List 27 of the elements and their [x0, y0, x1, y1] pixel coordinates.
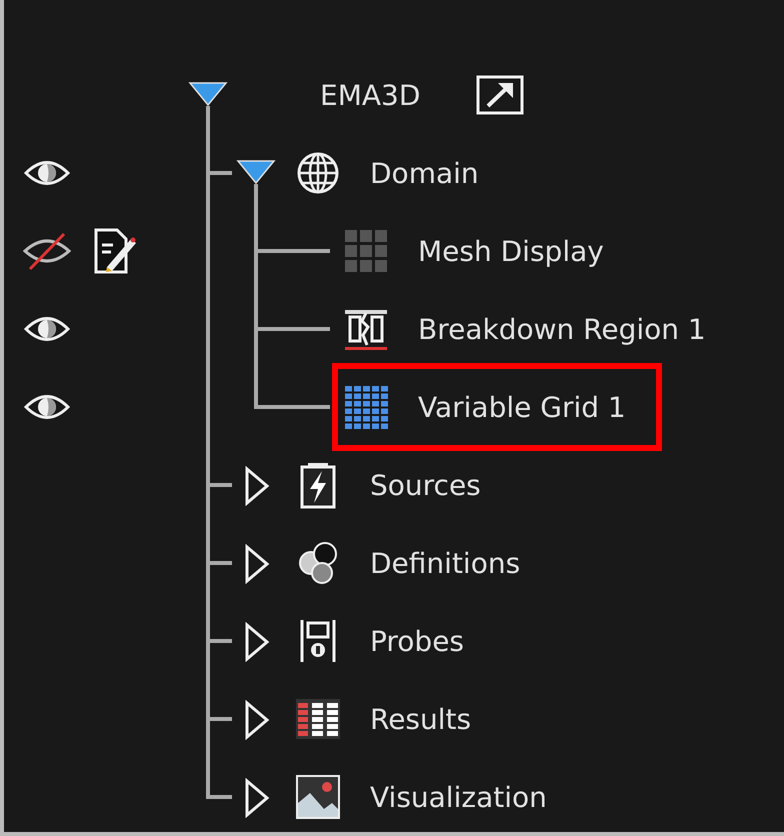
eye-icon[interactable] — [23, 314, 71, 344]
tree-label[interactable]: Mesh Display — [418, 234, 604, 268]
expand-caret-icon[interactable] — [188, 81, 228, 107]
tree-label[interactable]: Visualization — [370, 780, 547, 814]
export-icon[interactable] — [476, 75, 524, 115]
tree-node[interactable]: Variable Grid 1 — [332, 363, 662, 451]
tree-label[interactable]: Sources — [370, 468, 481, 502]
visualization-icon — [294, 773, 342, 821]
eye-off-icon[interactable] — [22, 231, 72, 271]
tree-label[interactable]: Breakdown Region 1 — [418, 312, 706, 346]
tree-label[interactable]: Results — [370, 702, 472, 736]
tree-label[interactable]: Variable Grid 1 — [418, 390, 626, 424]
grid-icon — [342, 383, 390, 431]
edit-icon[interactable] — [93, 227, 137, 275]
collapse-caret-icon[interactable] — [244, 622, 270, 662]
expand-caret-icon[interactable] — [236, 159, 276, 185]
eye-icon[interactable] — [23, 158, 71, 188]
tree-label[interactable]: Probes — [370, 624, 464, 658]
collapse-caret-icon[interactable] — [244, 778, 270, 818]
collapse-caret-icon[interactable] — [244, 700, 270, 740]
eye-icon[interactable] — [23, 392, 71, 422]
tree-label[interactable]: Definitions — [370, 546, 520, 580]
collapse-caret-icon[interactable] — [244, 544, 270, 584]
mesh-icon — [342, 227, 390, 275]
collapse-caret-icon[interactable] — [244, 466, 270, 506]
tree-label[interactable]: EMA3D — [320, 78, 420, 112]
tree-label[interactable]: Domain — [370, 156, 479, 190]
